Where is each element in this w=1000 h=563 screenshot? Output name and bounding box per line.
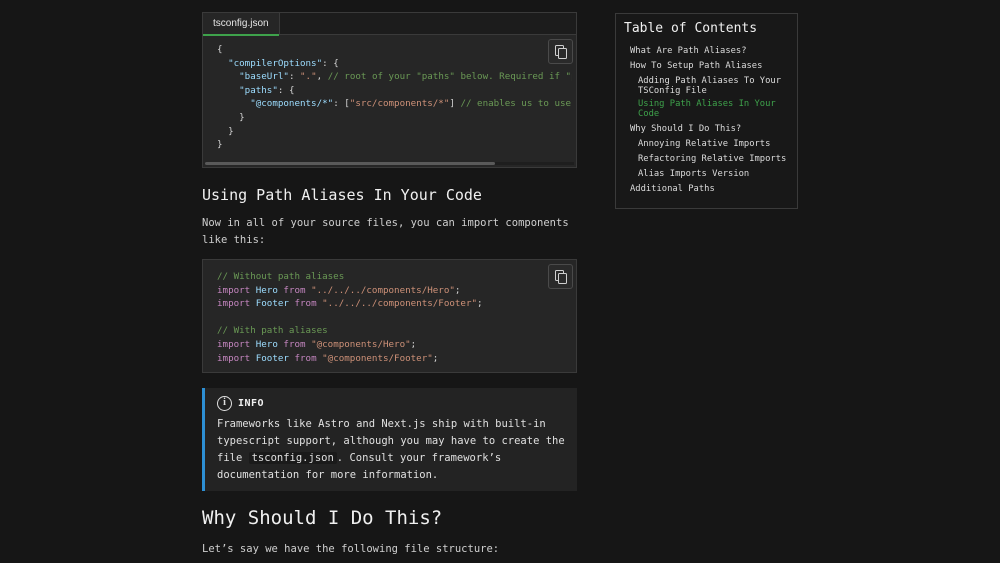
info-header: i INFO: [217, 396, 264, 411]
code-token: : {: [277, 84, 295, 96]
page: tsconfig.json { "compilerOptions": { "ba…: [0, 0, 1000, 563]
info-icon: i: [217, 396, 232, 411]
code-token: ;: [432, 352, 439, 364]
code-token: : {: [322, 57, 339, 69]
code-line: }: [217, 125, 572, 139]
code-line: {: [217, 43, 572, 57]
inline-code-tsconfig: tsconfig.json: [248, 452, 337, 464]
code-line: [217, 311, 572, 325]
code-token: import: [217, 298, 256, 310]
toc-item[interactable]: Annoying Relative Imports: [638, 139, 797, 149]
code-token: "compilerOptions": [228, 57, 323, 69]
tab-tsconfig[interactable]: tsconfig.json: [203, 13, 280, 36]
code-token: from: [283, 338, 312, 350]
code-token: "paths": [239, 84, 278, 96]
code-token: import: [217, 338, 256, 350]
code-content: // Without path aliases import Hero from …: [217, 270, 572, 365]
code-tab-bar: tsconfig.json: [203, 13, 576, 36]
code-line: import Hero from "@components/Hero";: [217, 338, 572, 352]
toc-item[interactable]: How To Setup Path Aliases: [630, 61, 797, 71]
code-token: ;: [454, 284, 461, 296]
toc-item[interactable]: Adding Path Aliases To Your TSConfig Fil…: [638, 76, 797, 96]
code-token: ;: [410, 338, 417, 350]
info-text: Frameworks like Astro and Next.js ship w…: [217, 416, 572, 484]
code-token: }: [217, 139, 223, 151]
horizontal-scrollbar[interactable]: [205, 162, 574, 165]
code-line: "compilerOptions": {: [217, 57, 572, 71]
code-token: "@components/Hero": [311, 338, 411, 350]
code-token: Footer: [255, 352, 295, 364]
table-of-contents: Table of Contents What Are Path Aliases?…: [615, 13, 798, 209]
code-token: Hero: [255, 284, 284, 296]
scrollbar-thumb[interactable]: [205, 162, 495, 165]
code-token: "@components/Footer": [322, 352, 433, 364]
code-token: // enables us to use @componen: [460, 98, 572, 110]
code-token: Footer: [255, 298, 295, 310]
code-token: :: [288, 71, 301, 83]
code-token: from: [294, 298, 323, 310]
code-token: {: [217, 44, 223, 55]
toc-title: Table of Contents: [624, 21, 758, 36]
code-line: // Without path aliases: [217, 270, 572, 284]
code-token: Hero: [255, 338, 284, 350]
toc-item[interactable]: What Are Path Aliases?: [630, 46, 797, 56]
code-token: }: [217, 111, 245, 123]
code-token: "../../../components/Footer": [322, 298, 478, 310]
toc-list: What Are Path Aliases? How To Setup Path …: [616, 46, 797, 194]
code-token: ]: [449, 98, 461, 110]
code-token: // With path aliases: [217, 325, 328, 337]
code-token: ;: [477, 298, 483, 310]
code-token: "baseUrl": [239, 71, 289, 83]
code-line: import Hero from "../../../components/He…: [217, 284, 572, 298]
code-line: "@components/*": ["src/components/*"] //…: [217, 97, 572, 111]
code-token: // root of your "paths" below. Required …: [327, 71, 572, 83]
toc-item[interactable]: Refactoring Relative Imports: [638, 154, 797, 164]
toc-item[interactable]: Using Path Aliases In Your Code: [638, 99, 797, 119]
code-line: }: [217, 111, 572, 125]
info-callout: i INFO Frameworks like Astro and Next.js…: [202, 388, 577, 491]
import-code-block: // Without path aliases import Hero from …: [202, 259, 577, 373]
section-heading-using-path-aliases: Using Path Aliases In Your Code: [202, 186, 482, 204]
code-token: // Without path aliases: [217, 271, 345, 282]
code-token: : [: [333, 98, 350, 110]
code-line: "baseUrl": ".", // root of your "paths" …: [217, 70, 572, 84]
code-token: import: [217, 352, 256, 364]
paragraph-file-structure: Let’s say we have the following file str…: [202, 543, 500, 555]
code-token: from: [283, 284, 312, 296]
code-token: ,: [316, 71, 328, 83]
code-line: // With path aliases: [217, 324, 572, 338]
copy-button[interactable]: [548, 264, 573, 289]
code-token: "src/components/*": [349, 98, 450, 110]
code-line: }: [217, 138, 572, 152]
toc-item[interactable]: Alias Imports Version: [638, 169, 797, 179]
tsconfig-code-block: tsconfig.json { "compilerOptions": { "ba…: [202, 12, 577, 168]
code-line: import Footer from "@components/Footer";: [217, 352, 572, 366]
toc-item[interactable]: Why Should I Do This?: [630, 124, 797, 134]
code-token: ".": [300, 71, 317, 83]
code-line: "paths": {: [217, 84, 572, 98]
copy-button[interactable]: [548, 39, 573, 64]
toc-item[interactable]: Additional Paths: [630, 184, 797, 194]
info-title: INFO: [238, 398, 265, 409]
code-content: { "compilerOptions": { "baseUrl": ".", /…: [217, 43, 572, 152]
paragraph-import-intro: Now in all of your source files, you can…: [202, 217, 569, 246]
code-token: from: [294, 352, 323, 364]
code-token: "../../../components/Hero": [311, 284, 455, 296]
code-token: "@components/*": [250, 98, 334, 110]
copy-icon-front: [558, 273, 567, 284]
code-line: import Footer from "../../../components/…: [217, 297, 572, 311]
copy-icon-front: [558, 48, 567, 59]
code-token: }: [217, 125, 234, 137]
code-token: import: [217, 284, 256, 296]
section-heading-why-should-i: Why Should I Do This?: [202, 507, 443, 529]
